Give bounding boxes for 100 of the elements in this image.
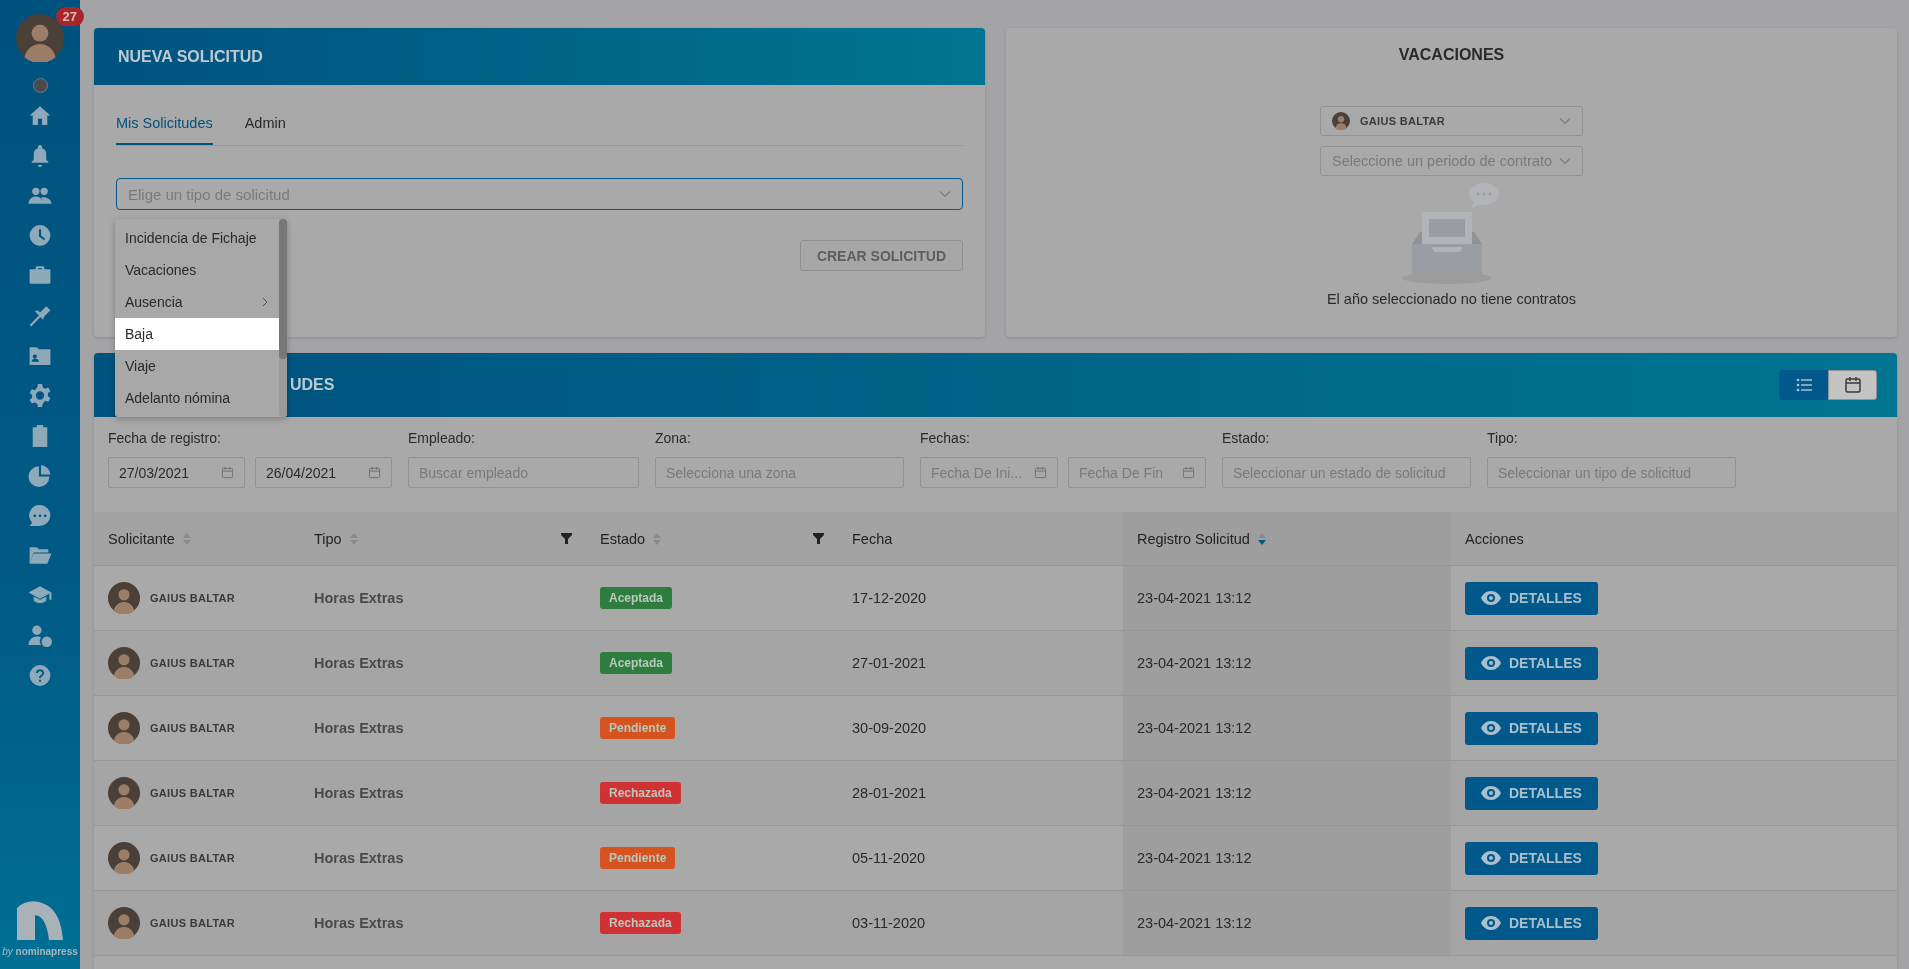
status-badge: Aceptada bbox=[600, 587, 673, 609]
chat-icon[interactable] bbox=[27, 503, 53, 528]
scrollbar-thumb[interactable] bbox=[279, 219, 287, 359]
table-cell: 23-04-2021 13:12 bbox=[1137, 785, 1252, 801]
eye-icon bbox=[1481, 721, 1501, 735]
tab[interactable]: Mis Solicitudes bbox=[116, 109, 213, 145]
notification-badge: 27 bbox=[55, 7, 84, 26]
chevron-down-icon bbox=[1559, 117, 1571, 125]
avatar bbox=[108, 907, 140, 939]
user-dollar-icon[interactable] bbox=[27, 623, 53, 648]
status-dot bbox=[32, 78, 48, 93]
table-cell: Horas Extras bbox=[314, 915, 404, 931]
applicant-name: GAIUS BALTAR bbox=[150, 917, 236, 929]
column-header[interactable]: Tipo bbox=[314, 530, 342, 547]
calendar-icon bbox=[1843, 376, 1862, 394]
filter-label: Zona: bbox=[655, 430, 692, 446]
filter-label: Tipo: bbox=[1487, 430, 1519, 446]
help-icon[interactable] bbox=[27, 663, 53, 688]
avatar bbox=[16, 14, 64, 62]
menu-item[interactable]: Adelanto nómina bbox=[115, 382, 279, 414]
card-title: UDES bbox=[290, 376, 335, 394]
menu-item[interactable]: Vacaciones bbox=[115, 254, 279, 286]
column-header[interactable]: Acciones bbox=[1465, 530, 1524, 547]
logo-icon bbox=[15, 900, 65, 940]
calendar-icon bbox=[1034, 466, 1047, 479]
calendar-icon bbox=[368, 466, 381, 479]
avatar bbox=[108, 777, 140, 809]
date-field[interactable]: 27/03/2021 bbox=[108, 457, 245, 488]
menu-item[interactable]: Baja bbox=[115, 318, 279, 350]
avatar bbox=[1332, 112, 1350, 130]
table-cell: 23-04-2021 13:12 bbox=[1137, 850, 1252, 866]
table-cell: Horas Extras bbox=[314, 590, 404, 606]
applicant-name: GAIUS BALTAR bbox=[150, 657, 236, 669]
menu-item[interactable]: Viaje bbox=[115, 350, 279, 382]
card-title: NUEVA SOLICITUD bbox=[118, 47, 263, 66]
details-button[interactable]: DETALLES bbox=[1465, 776, 1598, 810]
filter-icon[interactable] bbox=[561, 533, 572, 544]
table-cell: 03-11-2020 bbox=[852, 915, 926, 931]
table-cell: Horas Extras bbox=[314, 720, 404, 736]
avatar bbox=[108, 647, 140, 679]
filter-label: Empleado: bbox=[408, 430, 476, 446]
pie-chart-icon[interactable] bbox=[27, 463, 53, 488]
status-badge: Rechazada bbox=[600, 912, 681, 934]
filter-icon[interactable] bbox=[813, 533, 824, 544]
status-badge: Pendiente bbox=[600, 717, 676, 739]
column-header[interactable]: Estado bbox=[600, 530, 646, 547]
table-cell: Horas Extras bbox=[314, 850, 404, 866]
eye-icon bbox=[1481, 591, 1501, 605]
calendar-icon bbox=[221, 466, 234, 479]
details-button[interactable]: DETALLES bbox=[1465, 841, 1598, 875]
tab[interactable]: Admin bbox=[244, 109, 286, 145]
calendar-icon bbox=[1182, 466, 1195, 479]
date-field[interactable]: 26/04/2021 bbox=[255, 457, 392, 488]
table-cell: 05-11-2020 bbox=[852, 850, 926, 866]
status-badge: Rechazada bbox=[600, 782, 681, 804]
eye-icon bbox=[1481, 851, 1501, 865]
eye-icon bbox=[1481, 656, 1501, 670]
avatar bbox=[108, 712, 140, 744]
filter-label: Fecha de registro: bbox=[108, 430, 222, 446]
table-cell: 28-01-2021 bbox=[852, 785, 927, 801]
avatar bbox=[108, 582, 140, 614]
table-cell: 23-04-2021 13:12 bbox=[1137, 655, 1252, 671]
clock-icon[interactable] bbox=[27, 223, 53, 248]
table-cell: 23-04-2021 13:12 bbox=[1137, 590, 1252, 606]
table-cell: Horas Extras bbox=[314, 785, 404, 801]
column-header[interactable]: Fecha bbox=[852, 530, 893, 547]
settings-icon[interactable] bbox=[27, 383, 53, 408]
table-cell: Horas Extras bbox=[314, 655, 404, 671]
filter-label: Fechas: bbox=[920, 430, 971, 446]
applicant-name: GAIUS BALTAR bbox=[150, 592, 236, 604]
details-button[interactable]: DETALLES bbox=[1465, 906, 1598, 940]
list-icon bbox=[1794, 376, 1813, 394]
sort-icon[interactable] bbox=[1257, 532, 1266, 545]
table-cell: 27-01-2021 bbox=[852, 655, 927, 671]
table-cell: 23-04-2021 13:12 bbox=[1137, 915, 1252, 931]
eye-icon bbox=[1481, 916, 1501, 930]
applicant-name: GAIUS BALTAR bbox=[150, 722, 236, 734]
details-button[interactable]: DETALLES bbox=[1465, 581, 1598, 615]
status-badge: Aceptada bbox=[600, 652, 673, 674]
employee-select[interactable]: GAIUS BALTAR bbox=[1320, 106, 1583, 136]
empty-message: El año seleccionado no tiene contratos bbox=[1326, 291, 1577, 307]
table-cell: 30-09-2020 bbox=[852, 720, 927, 736]
column-header[interactable]: Registro Solicitud bbox=[1137, 530, 1250, 547]
avatar bbox=[108, 842, 140, 874]
menu-item[interactable]: Ausencia bbox=[115, 286, 279, 318]
menu-item[interactable]: Incidencia de Fichaje bbox=[115, 222, 279, 254]
eye-icon bbox=[1481, 786, 1501, 800]
chevron-right-icon bbox=[261, 297, 269, 307]
applicant-name: GAIUS BALTAR bbox=[150, 787, 236, 799]
applicant-name: GAIUS BALTAR bbox=[150, 852, 236, 864]
column-header[interactable]: Solicitante bbox=[108, 530, 175, 547]
chevron-down-icon bbox=[939, 190, 951, 198]
brand-name: by nominapress bbox=[2, 946, 78, 957]
filter-label: Estado: bbox=[1222, 430, 1271, 446]
details-button[interactable]: DETALLES bbox=[1465, 711, 1598, 745]
card-title: VACACIONES bbox=[1398, 46, 1505, 64]
chevron-down-icon bbox=[1559, 157, 1571, 165]
details-button[interactable]: DETALLES bbox=[1465, 646, 1598, 680]
calendar-view-button[interactable] bbox=[1828, 370, 1877, 400]
list-view-button[interactable] bbox=[1779, 370, 1828, 400]
